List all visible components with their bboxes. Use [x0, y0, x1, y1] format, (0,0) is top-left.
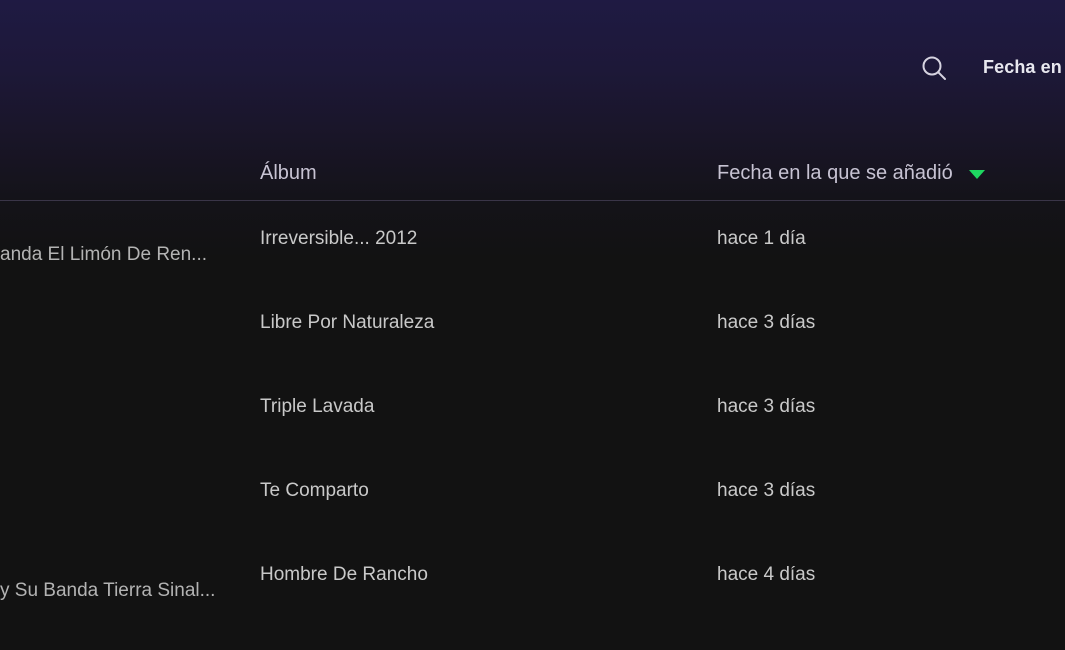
track-album[interactable]: Libre Por Naturaleza [260, 312, 434, 334]
column-header-date-added[interactable]: Fecha en la que se añadió [717, 162, 985, 185]
table-row[interactable]: anda El Limón De Ren... Irreversible... … [0, 200, 1065, 284]
table-row[interactable]: Te Comparto hace 3 días [0, 452, 1065, 536]
search-button[interactable] [918, 52, 950, 84]
sort-descending-icon [968, 170, 985, 179]
track-date-added: hace 1 día [717, 228, 806, 249]
track-date-added: hace 4 días [717, 564, 816, 585]
track-album[interactable]: Irreversible... 2012 [260, 228, 417, 250]
track-artist-text: y Su Banda Tierra Sinal... [0, 580, 216, 601]
table-row[interactable]: Triple Lavada hace 3 días [0, 368, 1065, 452]
search-icon [922, 56, 946, 80]
sort-dropdown-button[interactable]: Fecha en [983, 57, 1062, 78]
column-header-album[interactable]: Álbum [260, 162, 317, 185]
track-artist[interactable]: anda El Limón De Ren... [0, 244, 218, 266]
column-header-date-added-label: Fecha en la que se añadió [717, 162, 953, 184]
track-artist-text: anda El Limón De Ren... [0, 244, 208, 265]
track-album[interactable]: Triple Lavada [260, 396, 374, 418]
table-row[interactable]: y Su Banda Tierra Sinal... Hombre De Ran… [0, 536, 1065, 620]
track-date-added: hace 3 días [717, 480, 816, 501]
track-album[interactable]: Hombre De Rancho [260, 564, 428, 586]
track-artist[interactable]: y Su Banda Tierra Sinal... [0, 580, 218, 602]
table-row[interactable]: Libre Por Naturaleza hace 3 días [0, 284, 1065, 368]
track-date-added: hace 3 días [717, 396, 816, 417]
table-header: Álbum Fecha en la que se añadió [0, 150, 1065, 201]
track-date-added: hace 3 días [717, 312, 816, 333]
playlist-view: Fecha en Álbum Fecha en la que se añadió… [0, 0, 1065, 650]
track-album[interactable]: Te Comparto [260, 480, 369, 502]
